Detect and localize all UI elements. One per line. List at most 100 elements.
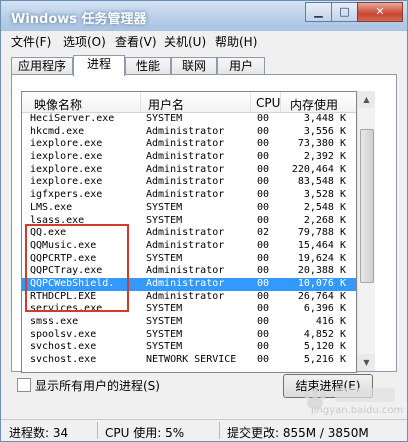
process-row[interactable]: HeciServer.exe SYSTEM 00 3,448 K [22,113,356,126]
process-row[interactable]: RTHDCPL.EXE Administrator 00 26,764 K [22,291,356,304]
process-user-name: NETWORK SERVICE [146,354,237,366]
process-memory: 20,388 K [297,265,346,277]
process-image-name: QQ.exe [30,227,67,239]
scroll-thumb[interactable] [360,129,374,283]
process-user-name: Administrator [146,163,225,175]
process-memory: 10,076 K [297,277,346,289]
maximize-icon: □ [339,5,350,18]
process-user-name: SYSTEM [146,328,183,340]
menu-shutdown[interactable]: 关机(U) [164,33,206,50]
process-row[interactable]: spoolsv.exe SYSTEM 00 4,852 K [22,329,356,342]
process-memory: 3,528 K [303,189,346,201]
process-row[interactable]: QQPCTray.exe Administrator 00 20,388 K [22,265,356,278]
show-all-users-checkbox[interactable] [17,378,31,392]
process-image-name: QQPCWebShield. [30,277,115,289]
scroll-up-button[interactable]: ▲ [358,91,375,108]
process-image-name: LMS.exe [30,201,73,213]
process-user-name: Administrator [146,227,225,239]
column-header-memory[interactable]: 内存使用 [290,96,338,113]
process-cpu: 00 [257,163,270,175]
process-memory: 5,120 K [303,341,346,353]
process-image-name: svchost.exe [30,341,97,353]
maximize-button[interactable]: □ [331,2,358,22]
process-memory: 19,624 K [297,252,346,264]
process-memory: 79,788 K [297,227,346,239]
process-row[interactable]: svchost.exe NETWORK SERVICE 00 5,216 K [22,354,356,367]
column-header-image-name[interactable]: 映像名称 [34,96,82,113]
process-row[interactable]: svchost.exe SYSTEM 00 5,120 K [22,341,356,354]
process-row[interactable]: iexplore.exe Administrator 00 83,548 K [22,176,356,189]
tab-users[interactable]: 用户 [217,57,265,75]
column-header-user-name[interactable]: 用户名 [148,96,184,113]
process-cpu: 00 [257,125,270,137]
status-cpu-usage: CPU 使用: 5% [105,426,185,440]
process-user-name: SYSTEM [146,201,183,213]
column-divider[interactable] [280,92,281,112]
column-header-cpu[interactable]: CPU [256,96,280,110]
process-list-header: 映像名称 用户名 CPU 内存使用 [22,92,356,113]
process-cpu: 00 [257,290,270,302]
process-row[interactable]: iexplore.exe Administrator 00 2,392 K [22,151,356,164]
process-cpu: 00 [257,113,270,124]
process-image-name: QQMusic.exe [30,239,97,251]
process-memory: 2,392 K [303,151,346,163]
menu-options[interactable]: 选项(O) [63,33,106,50]
scroll-down-button[interactable]: ▼ [358,354,375,371]
process-user-name: Administrator [146,151,225,163]
process-row[interactable]: QQMusic.exe Administrator 00 15,464 K [22,240,356,253]
process-image-name: iexplore.exe [30,151,103,163]
process-cpu: 00 [257,239,270,251]
close-button[interactable]: ✕ [357,2,403,22]
process-cpu: 00 [257,341,270,353]
tab-performance[interactable]: 性能 [125,57,171,75]
process-user-name: Administrator [146,176,225,188]
process-cpu: 00 [257,138,270,150]
process-row[interactable]: QQ.exe Administrator 02 79,788 K [22,227,356,240]
process-row[interactable]: QQPCWebShield. Administrator 00 10,076 K [22,277,356,291]
title-bar[interactable]: Windows 任务管理器 ▁ □ ✕ [1,1,407,31]
process-image-name: iexplore.exe [30,176,103,188]
process-user-name: SYSTEM [146,316,183,327]
process-row[interactable]: smss.exe SYSTEM 00 416 K [22,316,356,329]
process-user-name: Administrator [146,265,225,277]
process-user-name: Administrator [146,239,225,251]
arrow-down-icon: ▼ [363,358,370,367]
process-row[interactable]: services.exe SYSTEM 00 6,396 K [22,303,356,316]
tab-networking[interactable]: 联网 [171,57,217,75]
minimize-button[interactable]: ▁ [305,2,332,22]
process-row[interactable]: hkcmd.exe Administrator 00 3,556 K [22,126,356,139]
end-process-button[interactable]: 结束进程(E) [283,374,373,398]
process-user-name: SYSTEM [146,252,183,264]
menu-help[interactable]: 帮助(H) [215,33,257,50]
menu-view[interactable]: 查看(V) [115,33,157,50]
column-divider[interactable] [140,92,141,112]
process-cpu: 00 [257,214,270,226]
process-memory: 26,764 K [297,290,346,302]
menu-file[interactable]: 文件(F) [11,33,51,50]
process-row[interactable]: iexplore.exe Administrator 00 73,380 K [22,138,356,151]
process-row[interactable]: igfxpers.exe Administrator 00 3,528 K [22,189,356,202]
process-memory: 416 K [315,316,346,327]
process-row[interactable]: lsass.exe SYSTEM 00 2,268 K [22,215,356,228]
process-row[interactable]: QQPCRTP.exe SYSTEM 00 19,624 K [22,253,356,266]
tab-processes[interactable]: 进程 [73,55,125,76]
process-list[interactable]: 映像名称 用户名 CPU 内存使用 HeciServer.exe SYSTEM 00… [21,91,357,373]
process-memory: 220,464 K [291,163,346,175]
process-user-name: Administrator [146,125,225,137]
process-user-name: Administrator [146,290,225,302]
process-user-name: Administrator [146,138,225,150]
process-image-name: RTHDCPL.EXE [30,290,97,302]
process-cpu: 02 [257,227,270,239]
column-divider[interactable] [250,92,251,112]
vertical-scrollbar[interactable]: ▲ ▼ [357,91,375,371]
process-row[interactable]: iexplore.exe Administrator 00 220,464 K [22,164,356,177]
process-cpu: 00 [257,303,270,315]
process-memory: 3,556 K [303,125,346,137]
process-row[interactable]: LMS.exe SYSTEM 00 2,548 K [22,202,356,215]
menu-bar: 文件(F) 选项(O) 查看(V) 关机(U) 帮助(H) [1,31,407,51]
process-image-name: svchost.exe [30,354,97,366]
process-image-name: QQPCRTP.exe [30,252,97,264]
process-memory: 3,448 K [303,113,346,124]
tab-applications[interactable]: 应用程序 [11,57,73,75]
arrow-up-icon: ▲ [363,95,370,104]
